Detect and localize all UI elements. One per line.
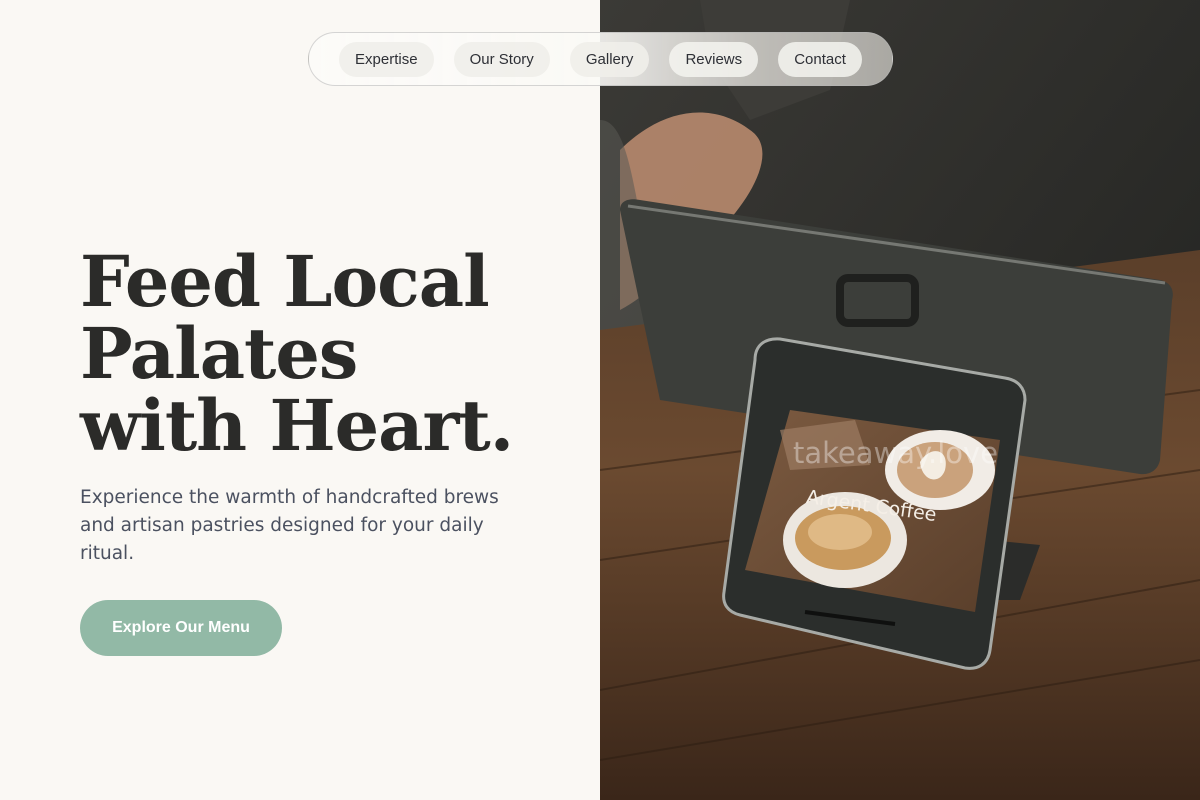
explore-menu-button[interactable]: Explore Our Menu — [80, 600, 282, 656]
hero-title: Feed Local Palates with Heart. — [80, 246, 580, 462]
nav-item-our-story[interactable]: Our Story — [453, 41, 550, 77]
hero-text-panel: Feed Local Palates with Heart. Experienc… — [0, 0, 600, 800]
photo-watermark: takeaway.love — [793, 436, 999, 470]
nav-item-reviews[interactable]: Reviews — [669, 41, 759, 77]
hero-title-line-2: Palates — [80, 312, 358, 395]
top-nav: Expertise Our Story Gallery Reviews Cont… — [308, 32, 893, 86]
pos-terminal-photo — [600, 0, 1200, 800]
nav-item-expertise[interactable]: Expertise — [339, 41, 434, 77]
nav-item-contact[interactable]: Contact — [778, 41, 862, 77]
hero-title-line-1: Feed Local — [80, 240, 490, 323]
nav-item-gallery[interactable]: Gallery — [569, 41, 650, 77]
hero-subtitle: Experience the warmth of handcrafted bre… — [80, 487, 499, 564]
hero-title-line-3: with Heart. — [80, 384, 514, 467]
hero-photo: takeaway.love Argent Coffee — [600, 0, 1200, 800]
